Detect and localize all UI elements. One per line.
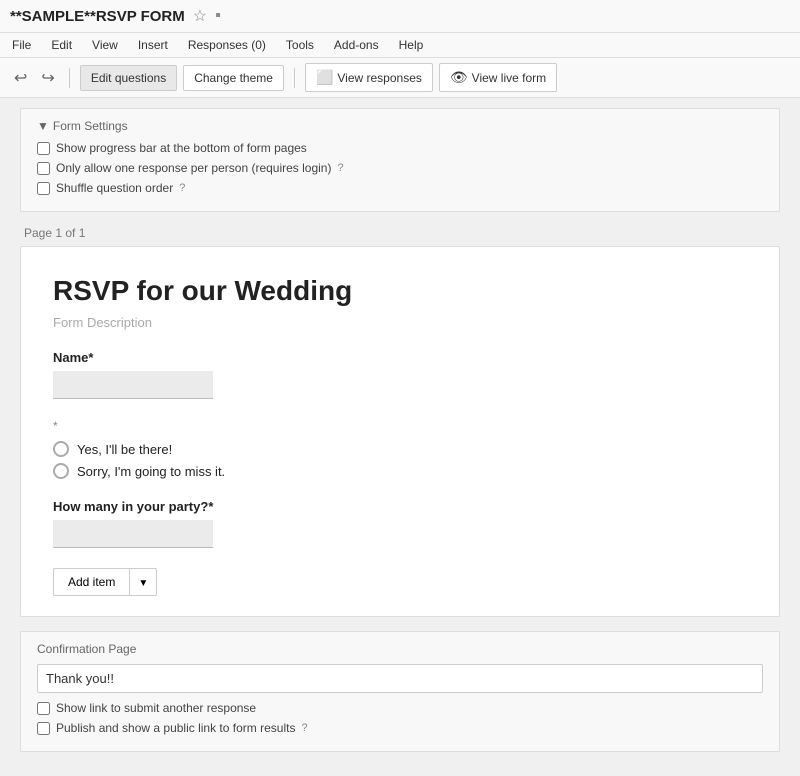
add-item-btn-group: Add item ▼ xyxy=(53,568,747,596)
radio-option-2: Sorry, I'm going to miss it. xyxy=(53,463,747,479)
radio-text-2: Sorry, I'm going to miss it. xyxy=(77,464,225,479)
confirmation-label-1: Show link to submit another response xyxy=(56,701,256,715)
add-item-button[interactable]: Add item xyxy=(53,568,129,596)
menu-file[interactable]: File xyxy=(10,35,33,55)
form-description: Form Description xyxy=(53,315,747,330)
title-bar: **SAMPLE**RSVP FORM ☆ ▪ xyxy=(0,0,800,33)
form-settings-arrow: ▼ xyxy=(37,119,49,133)
change-theme-button[interactable]: Change theme xyxy=(183,65,284,91)
toolbar-divider xyxy=(69,68,70,88)
party-label: How many in your party?* xyxy=(53,499,747,514)
confirmation-option-1: Show link to submit another response xyxy=(37,701,763,715)
settings-option-1: Show progress bar at the bottom of form … xyxy=(37,141,763,155)
menu-view[interactable]: View xyxy=(90,35,120,55)
view-live-label: View live form xyxy=(472,71,546,85)
radio-label: * xyxy=(53,419,747,433)
settings-label-1: Show progress bar at the bottom of form … xyxy=(56,141,307,155)
confirmation-label-2: Publish and show a public link to form r… xyxy=(56,721,295,735)
view-live-icon: 👁 xyxy=(450,69,468,86)
confirmation-thankyou-input[interactable] xyxy=(37,664,763,693)
title-text: **SAMPLE**RSVP FORM xyxy=(10,8,185,25)
main-content: ▼ Form Settings Show progress bar at the… xyxy=(0,98,800,776)
menu-help[interactable]: Help xyxy=(397,35,426,55)
party-required: * xyxy=(208,499,213,514)
confirmation-checkbox-2[interactable] xyxy=(37,722,50,735)
toolbar: ↩ ↪ Edit questions Change theme ⬜ View r… xyxy=(0,58,800,98)
radio-text-1: Yes, I'll be there! xyxy=(77,442,172,457)
form-settings-panel: ▼ Form Settings Show progress bar at the… xyxy=(20,108,780,212)
name-required: * xyxy=(88,350,93,365)
settings-checkbox-2[interactable] xyxy=(37,162,50,175)
dropdown-arrow-icon: ▼ xyxy=(138,578,148,589)
view-responses-icon: ⬜ xyxy=(316,69,333,86)
settings-option-3: Shuffle question order ? xyxy=(37,181,763,195)
help-icon-2[interactable]: ? xyxy=(179,182,185,194)
edit-questions-button[interactable]: Edit questions xyxy=(80,65,177,91)
radio-section: * Yes, I'll be there! Sorry, I'm going t… xyxy=(53,419,747,479)
menu-tools[interactable]: Tools xyxy=(284,35,316,55)
settings-checkbox-3[interactable] xyxy=(37,182,50,195)
name-field-section: Name* xyxy=(53,350,747,399)
name-label: Name* xyxy=(53,350,747,365)
toolbar-divider-2 xyxy=(294,68,295,88)
settings-label-2: Only allow one response per person (requ… xyxy=(56,161,331,175)
view-responses-button[interactable]: ⬜ View responses xyxy=(305,63,433,92)
folder-icon[interactable]: ▪ xyxy=(215,7,221,25)
confirmation-panel: Confirmation Page Show link to submit an… xyxy=(20,631,780,752)
settings-label-3: Shuffle question order xyxy=(56,181,173,195)
help-icon-3[interactable]: ? xyxy=(301,722,307,734)
confirmation-title: Confirmation Page xyxy=(37,642,763,656)
form-settings-label: Form Settings xyxy=(53,119,128,133)
form-title: RSVP for our Wedding xyxy=(53,275,747,307)
form-settings-title: ▼ Form Settings xyxy=(37,119,763,133)
confirmation-checkbox-1[interactable] xyxy=(37,702,50,715)
help-icon-1[interactable]: ? xyxy=(337,162,343,174)
radio-option-1: Yes, I'll be there! xyxy=(53,441,747,457)
redo-button[interactable]: ↪ xyxy=(37,64,58,92)
settings-option-2: Only allow one response per person (requ… xyxy=(37,161,763,175)
settings-checkbox-1[interactable] xyxy=(37,142,50,155)
confirmation-option-2: Publish and show a public link to form r… xyxy=(37,721,763,735)
menu-addons[interactable]: Add-ons xyxy=(332,35,381,55)
party-input-box xyxy=(53,520,213,548)
view-responses-label: View responses xyxy=(337,71,422,85)
undo-button[interactable]: ↩ xyxy=(10,64,31,92)
radio-circle-1[interactable] xyxy=(53,441,69,457)
view-live-form-button[interactable]: 👁 View live form xyxy=(439,63,557,92)
menu-responses[interactable]: Responses (0) xyxy=(186,35,268,55)
form-card: RSVP for our Wedding Form Description Na… xyxy=(20,246,780,617)
page-indicator: Page 1 of 1 xyxy=(20,226,780,240)
radio-circle-2[interactable] xyxy=(53,463,69,479)
party-field-section: How many in your party?* xyxy=(53,499,747,548)
add-item-dropdown-button[interactable]: ▼ xyxy=(129,568,157,596)
menu-insert[interactable]: Insert xyxy=(136,35,170,55)
menu-edit[interactable]: Edit xyxy=(49,35,74,55)
star-icon[interactable]: ☆ xyxy=(193,6,207,26)
menu-bar: File Edit View Insert Responses (0) Tool… xyxy=(0,33,800,58)
name-input-box xyxy=(53,371,213,399)
